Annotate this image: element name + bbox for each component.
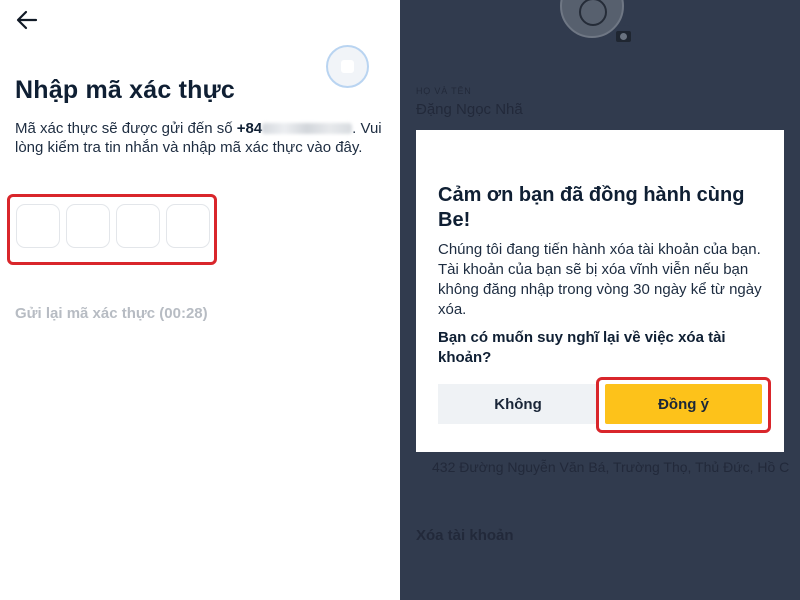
dialog-body: Chúng tôi đang tiến hành xóa tài khoản c… <box>438 241 762 318</box>
name-label: HỌ VÀ TÊN <box>416 86 472 96</box>
dialog-title: Cảm ơn bạn đã đồng hành cùng Be! <box>438 184 745 231</box>
resend-code-link[interactable]: Gửi lại mã xác thực (00:28) <box>15 305 208 322</box>
masked-phone-number <box>262 123 353 134</box>
floating-assistive-button[interactable] <box>326 45 369 88</box>
delete-account-link[interactable]: Xóa tài khoản <box>416 527 514 544</box>
confirm-dialog: Cảm ơn bạn đã đồng hành cùng Be! Chúng t… <box>416 130 784 452</box>
profile-screen: HỌ VÀ TÊN Đặng Ngọc Nhã 432 Đường Nguyễn… <box>400 0 800 600</box>
otp-desc-suffix: . <box>352 120 357 137</box>
otp-desc-prefix: Mã xác thực sẽ được gửi đến số <box>15 120 237 137</box>
otp-digit-input[interactable] <box>166 204 210 248</box>
otp-digit-input[interactable] <box>16 204 60 248</box>
dialog-question: Bạn có muốn suy nghĩ lại về việc xóa tài… <box>438 329 726 366</box>
page-title: Nhập mã xác thực <box>15 76 235 104</box>
square-icon <box>341 60 354 73</box>
address-value: 432 Đường Nguyễn Văn Bá, Trường Thọ, Thủ… <box>432 459 790 475</box>
camera-lens <box>620 33 627 40</box>
otp-screen: Nhập mã xác thực Mã xác thực sẽ được gửi… <box>0 0 400 600</box>
name-value: Đặng Ngọc Nhã <box>416 101 523 118</box>
confirm-highlight-frame <box>596 377 771 433</box>
camera-icon[interactable] <box>612 25 636 47</box>
avatar-face-icon <box>579 0 607 26</box>
otp-digit-input[interactable] <box>66 204 110 248</box>
otp-description: Mã xác thực sẽ được gửi đến số +84. Vui … <box>15 120 390 157</box>
otp-digit-input[interactable] <box>116 204 160 248</box>
arrow-left-icon[interactable] <box>14 9 40 31</box>
phone-prefix: +84 <box>236 120 263 137</box>
cancel-button[interactable]: Không <box>438 384 598 424</box>
